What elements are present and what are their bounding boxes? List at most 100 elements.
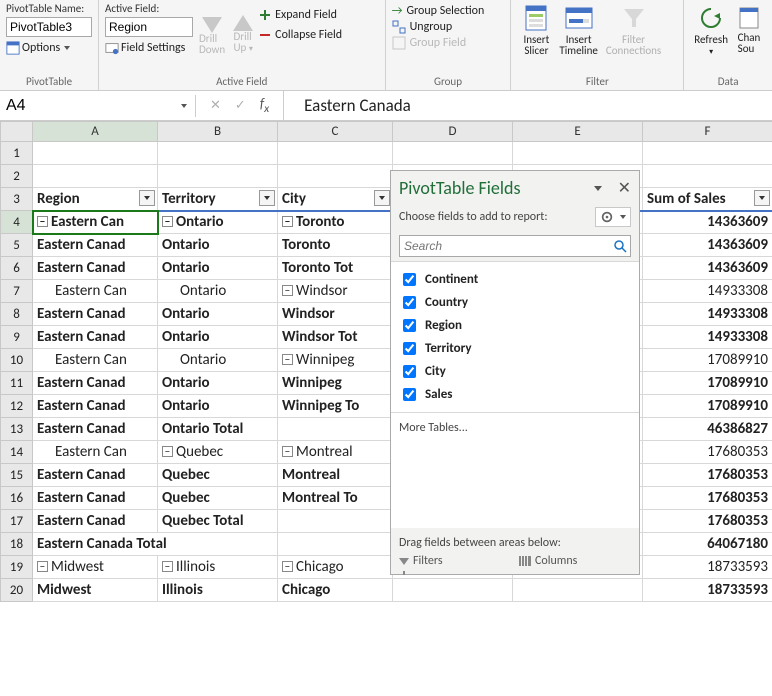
cell[interactable]: Montreal To xyxy=(278,487,393,510)
cell[interactable]: −Chicago xyxy=(278,556,393,579)
pane-menu-button[interactable] xyxy=(594,186,602,191)
row-header-16[interactable]: 16 xyxy=(1,487,33,510)
cell[interactable]: 17089910 xyxy=(643,372,772,395)
collapse-icon[interactable]: − xyxy=(282,354,293,365)
cell[interactable]: Ontario xyxy=(158,280,278,303)
col-header-C[interactable]: C xyxy=(278,122,393,142)
field-region[interactable]: Region xyxy=(399,314,631,337)
cell[interactable]: −Windsor xyxy=(278,280,393,303)
row-header-15[interactable]: 15 xyxy=(1,464,33,487)
field-continent[interactable]: Continent xyxy=(399,268,631,291)
cell[interactable]: 64067180 xyxy=(643,533,772,556)
change-data-source-button[interactable]: ChanSou xyxy=(732,2,766,58)
cell[interactable] xyxy=(33,142,158,165)
collapse-icon[interactable]: − xyxy=(37,561,48,572)
cell[interactable]: Ontario xyxy=(158,303,278,326)
collapse-icon[interactable]: − xyxy=(282,285,293,296)
pivottable-name-input[interactable] xyxy=(6,17,92,37)
active-field-input[interactable] xyxy=(105,17,193,37)
field-settings-button[interactable]: Field Settings xyxy=(105,39,193,55)
cell[interactable]: 18733593 xyxy=(643,556,772,579)
cell[interactable]: Windsor xyxy=(278,303,393,326)
row-header-7[interactable]: 7 xyxy=(1,280,33,303)
cell[interactable]: 17089910 xyxy=(643,349,772,372)
filter-dropdown-territory[interactable] xyxy=(259,190,275,206)
row-header-2[interactable]: 2 xyxy=(1,165,33,188)
cell[interactable]: Eastern Can xyxy=(33,349,158,372)
name-box[interactable] xyxy=(0,95,196,117)
filters-area[interactable]: Filters xyxy=(399,554,511,568)
expand-field-button[interactable]: Expand Field xyxy=(259,8,342,22)
cell[interactable]: 17680353 xyxy=(643,510,772,533)
cell[interactable]: Eastern Canad xyxy=(33,464,158,487)
cell[interactable]: Ontario xyxy=(158,349,278,372)
cell[interactable]: Eastern Canad xyxy=(33,303,158,326)
cell[interactable]: 14363609 xyxy=(643,257,772,280)
cell[interactable]: −Midwest xyxy=(33,556,158,579)
row-header-1[interactable]: 1 xyxy=(1,142,33,165)
col-header-E[interactable]: E xyxy=(513,122,643,142)
collapse-icon[interactable]: − xyxy=(282,216,293,227)
collapse-icon[interactable]: − xyxy=(282,446,293,457)
pivot-header-city[interactable]: City xyxy=(278,188,393,211)
collapse-icon[interactable]: − xyxy=(162,561,173,572)
cell[interactable] xyxy=(513,142,643,165)
cell[interactable]: Eastern Canada Total xyxy=(33,533,278,556)
cell[interactable]: 18733593 xyxy=(643,579,772,602)
cell[interactable] xyxy=(278,165,393,188)
cell[interactable]: 14363609 xyxy=(643,211,772,234)
cell[interactable]: Midwest xyxy=(33,579,158,602)
cell[interactable]: Quebec xyxy=(158,464,278,487)
cell[interactable]: −Quebec xyxy=(158,441,278,464)
field-sales[interactable]: Sales xyxy=(399,383,631,406)
collapse-field-button[interactable]: Collapse Field xyxy=(259,28,342,42)
cell[interactable] xyxy=(33,165,158,188)
filter-dropdown-sales[interactable] xyxy=(754,190,770,206)
row-header-3[interactable]: 3 xyxy=(1,188,33,211)
row-header-5[interactable]: 5 xyxy=(1,234,33,257)
col-header-A[interactable]: A xyxy=(33,122,158,142)
chevron-down-icon[interactable] xyxy=(181,104,187,108)
pivottable-fields-pane[interactable]: PivotTable Fields ✕ Choose fields to add… xyxy=(390,170,640,575)
cell[interactable]: 17680353 xyxy=(643,487,772,510)
field-city[interactable]: City xyxy=(399,360,631,383)
cell[interactable]: 14933308 xyxy=(643,280,772,303)
cell[interactable]: Montreal xyxy=(278,464,393,487)
row-header-9[interactable]: 9 xyxy=(1,326,33,349)
cell[interactable]: Eastern Canad xyxy=(33,418,158,441)
cell[interactable] xyxy=(278,533,393,556)
cell[interactable] xyxy=(643,142,772,165)
cell[interactable]: −Winnipeg xyxy=(278,349,393,372)
collapse-icon[interactable]: − xyxy=(282,561,293,572)
cell[interactable]: Quebec xyxy=(158,487,278,510)
cell[interactable]: Eastern Canad xyxy=(33,326,158,349)
cell[interactable]: Winnipeg To xyxy=(278,395,393,418)
field-search[interactable] xyxy=(399,235,631,257)
cell[interactable] xyxy=(513,579,643,602)
cell[interactable]: Eastern Canad xyxy=(33,234,158,257)
row-header-8[interactable]: 8 xyxy=(1,303,33,326)
cell[interactable]: Windsor Tot xyxy=(278,326,393,349)
pivot-header-sales[interactable]: Sum of Sales xyxy=(643,188,772,211)
cell[interactable]: Eastern Canad xyxy=(33,510,158,533)
filter-dropdown-region[interactable] xyxy=(139,190,155,206)
group-selection-button[interactable]: →Group Selection xyxy=(392,4,505,18)
col-header-B[interactable]: B xyxy=(158,122,278,142)
pivot-header-territory[interactable]: Territory xyxy=(158,188,278,211)
row-header-4[interactable]: 4 xyxy=(1,211,33,234)
refresh-button[interactable]: Refresh▾ xyxy=(690,2,732,58)
cell[interactable]: −Montreal xyxy=(278,441,393,464)
row-header-10[interactable]: 10 xyxy=(1,349,33,372)
cell[interactable]: Toronto xyxy=(278,234,393,257)
row-header-18[interactable]: 18 xyxy=(1,533,33,556)
cell[interactable]: Ontario xyxy=(158,234,278,257)
cell[interactable]: −Eastern Can xyxy=(33,211,158,234)
more-tables-link[interactable]: More Tables... xyxy=(391,413,639,528)
cell[interactable]: Ontario xyxy=(158,326,278,349)
formula-value[interactable]: Eastern Canada xyxy=(284,95,772,116)
row-header-13[interactable]: 13 xyxy=(1,418,33,441)
row-header-6[interactable]: 6 xyxy=(1,257,33,280)
select-all[interactable] xyxy=(1,122,33,142)
row-header-14[interactable]: 14 xyxy=(1,441,33,464)
cell[interactable]: 17089910 xyxy=(643,395,772,418)
